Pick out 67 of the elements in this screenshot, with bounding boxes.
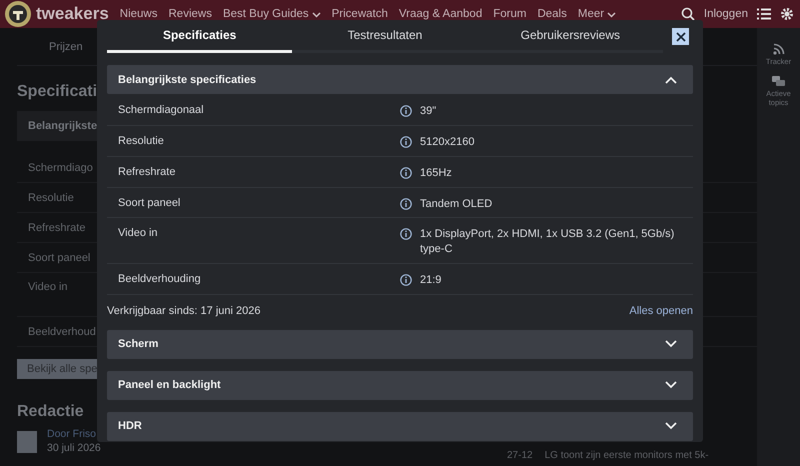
rss-icon bbox=[772, 43, 784, 55]
chevron-down-icon bbox=[665, 422, 677, 430]
login-link[interactable]: Inloggen bbox=[704, 8, 748, 20]
chevron-up-icon bbox=[665, 76, 677, 84]
dialog-tab[interactable]: Gebruikersreviews bbox=[478, 20, 663, 53]
settings-button[interactable] bbox=[780, 7, 794, 21]
nav-link[interactable]: Nieuws bbox=[120, 8, 158, 20]
spec-value: 165Hz bbox=[420, 166, 453, 181]
spec-label: Refreshrate bbox=[28, 222, 86, 234]
nav-link[interactable]: Deals bbox=[537, 8, 567, 20]
chat-bubbles-icon bbox=[772, 76, 785, 87]
spec-label: Schermdiagonaal bbox=[118, 104, 205, 116]
avatar-placeholder bbox=[17, 430, 37, 453]
logo-icon bbox=[5, 1, 31, 27]
chevron-down-icon bbox=[665, 340, 677, 348]
nav-link[interactable]: Vraag & Aanbod bbox=[398, 8, 482, 20]
nav-link[interactable]: Meer bbox=[578, 8, 616, 20]
caret-icon bbox=[607, 10, 616, 18]
nav-link[interactable]: Best Buy Guides bbox=[222, 8, 321, 20]
search-button[interactable] bbox=[680, 7, 695, 21]
spec-group-header[interactable]: Belangrijkste bbox=[17, 111, 99, 141]
info-icon bbox=[400, 105, 412, 117]
spec-label: Soort paneel bbox=[118, 196, 182, 209]
spec-label: Beeldverhoud bbox=[28, 326, 96, 338]
dialog-tab[interactable]: Specificaties bbox=[107, 20, 292, 53]
accordion-header[interactable]: Scherm bbox=[107, 330, 693, 359]
info-icon bbox=[400, 136, 412, 148]
caret-icon bbox=[312, 10, 321, 18]
logo-text[interactable]: tweakers bbox=[36, 4, 109, 24]
accordion-header[interactable]: Paneel en backlight bbox=[107, 370, 693, 400]
nav-link[interactable]: Reviews bbox=[168, 8, 212, 20]
spec-value: 21:9 bbox=[420, 273, 442, 288]
open-all-link[interactable]: Alles openen bbox=[629, 304, 693, 317]
section-title: Specificati bbox=[17, 83, 98, 101]
close-button[interactable] bbox=[672, 28, 689, 45]
info-icon bbox=[400, 274, 412, 286]
nav-link[interactable]: Pricewatch bbox=[332, 8, 388, 20]
info-icon bbox=[400, 198, 412, 210]
list-button[interactable] bbox=[757, 8, 771, 20]
list-icon bbox=[757, 8, 771, 20]
nav-link[interactable]: Forum bbox=[493, 8, 526, 20]
spec-label: Soort paneel bbox=[28, 252, 90, 264]
dialog-tab[interactable]: Testresultaten bbox=[292, 20, 478, 53]
spec-label: Schermdiago bbox=[28, 162, 93, 174]
spec-label: Video in bbox=[28, 281, 68, 293]
chevron-down-icon bbox=[665, 381, 677, 390]
spec-label: Beeldverhouding bbox=[118, 273, 202, 286]
spec-value: 5120x2160 bbox=[420, 134, 476, 150]
info-icon bbox=[400, 166, 412, 179]
info-icon bbox=[400, 228, 412, 240]
spec-label: Resolutie bbox=[118, 134, 165, 147]
spec-value: 1x DisplayPort, 2x HDMI, 1x USB 3.2 (Gen1, 5Gb/s) type-C bbox=[420, 227, 676, 258]
availability-text: Verkrijgbaar sinds: 17 juni 2026 bbox=[107, 304, 260, 317]
spec-label: Video in bbox=[118, 227, 159, 240]
close-icon bbox=[676, 32, 686, 42]
date-text: 30 juli 2026 bbox=[47, 442, 101, 456]
spec-value: 39" bbox=[420, 104, 438, 119]
accordion-header[interactable]: Belangrijkste specificaties bbox=[107, 65, 693, 94]
gear-icon bbox=[780, 7, 794, 21]
search-icon bbox=[680, 7, 695, 21]
spec-label: Resolutie bbox=[28, 192, 74, 204]
spec-label: Refreshrate bbox=[118, 166, 176, 178]
section-title: Redactie bbox=[17, 403, 84, 421]
spec-value: Tandem OLED bbox=[420, 196, 494, 212]
accordion-header[interactable]: HDR bbox=[107, 412, 693, 441]
page-tab[interactable]: Prijzen bbox=[49, 40, 83, 52]
news-date: 27-12 bbox=[507, 451, 533, 462]
